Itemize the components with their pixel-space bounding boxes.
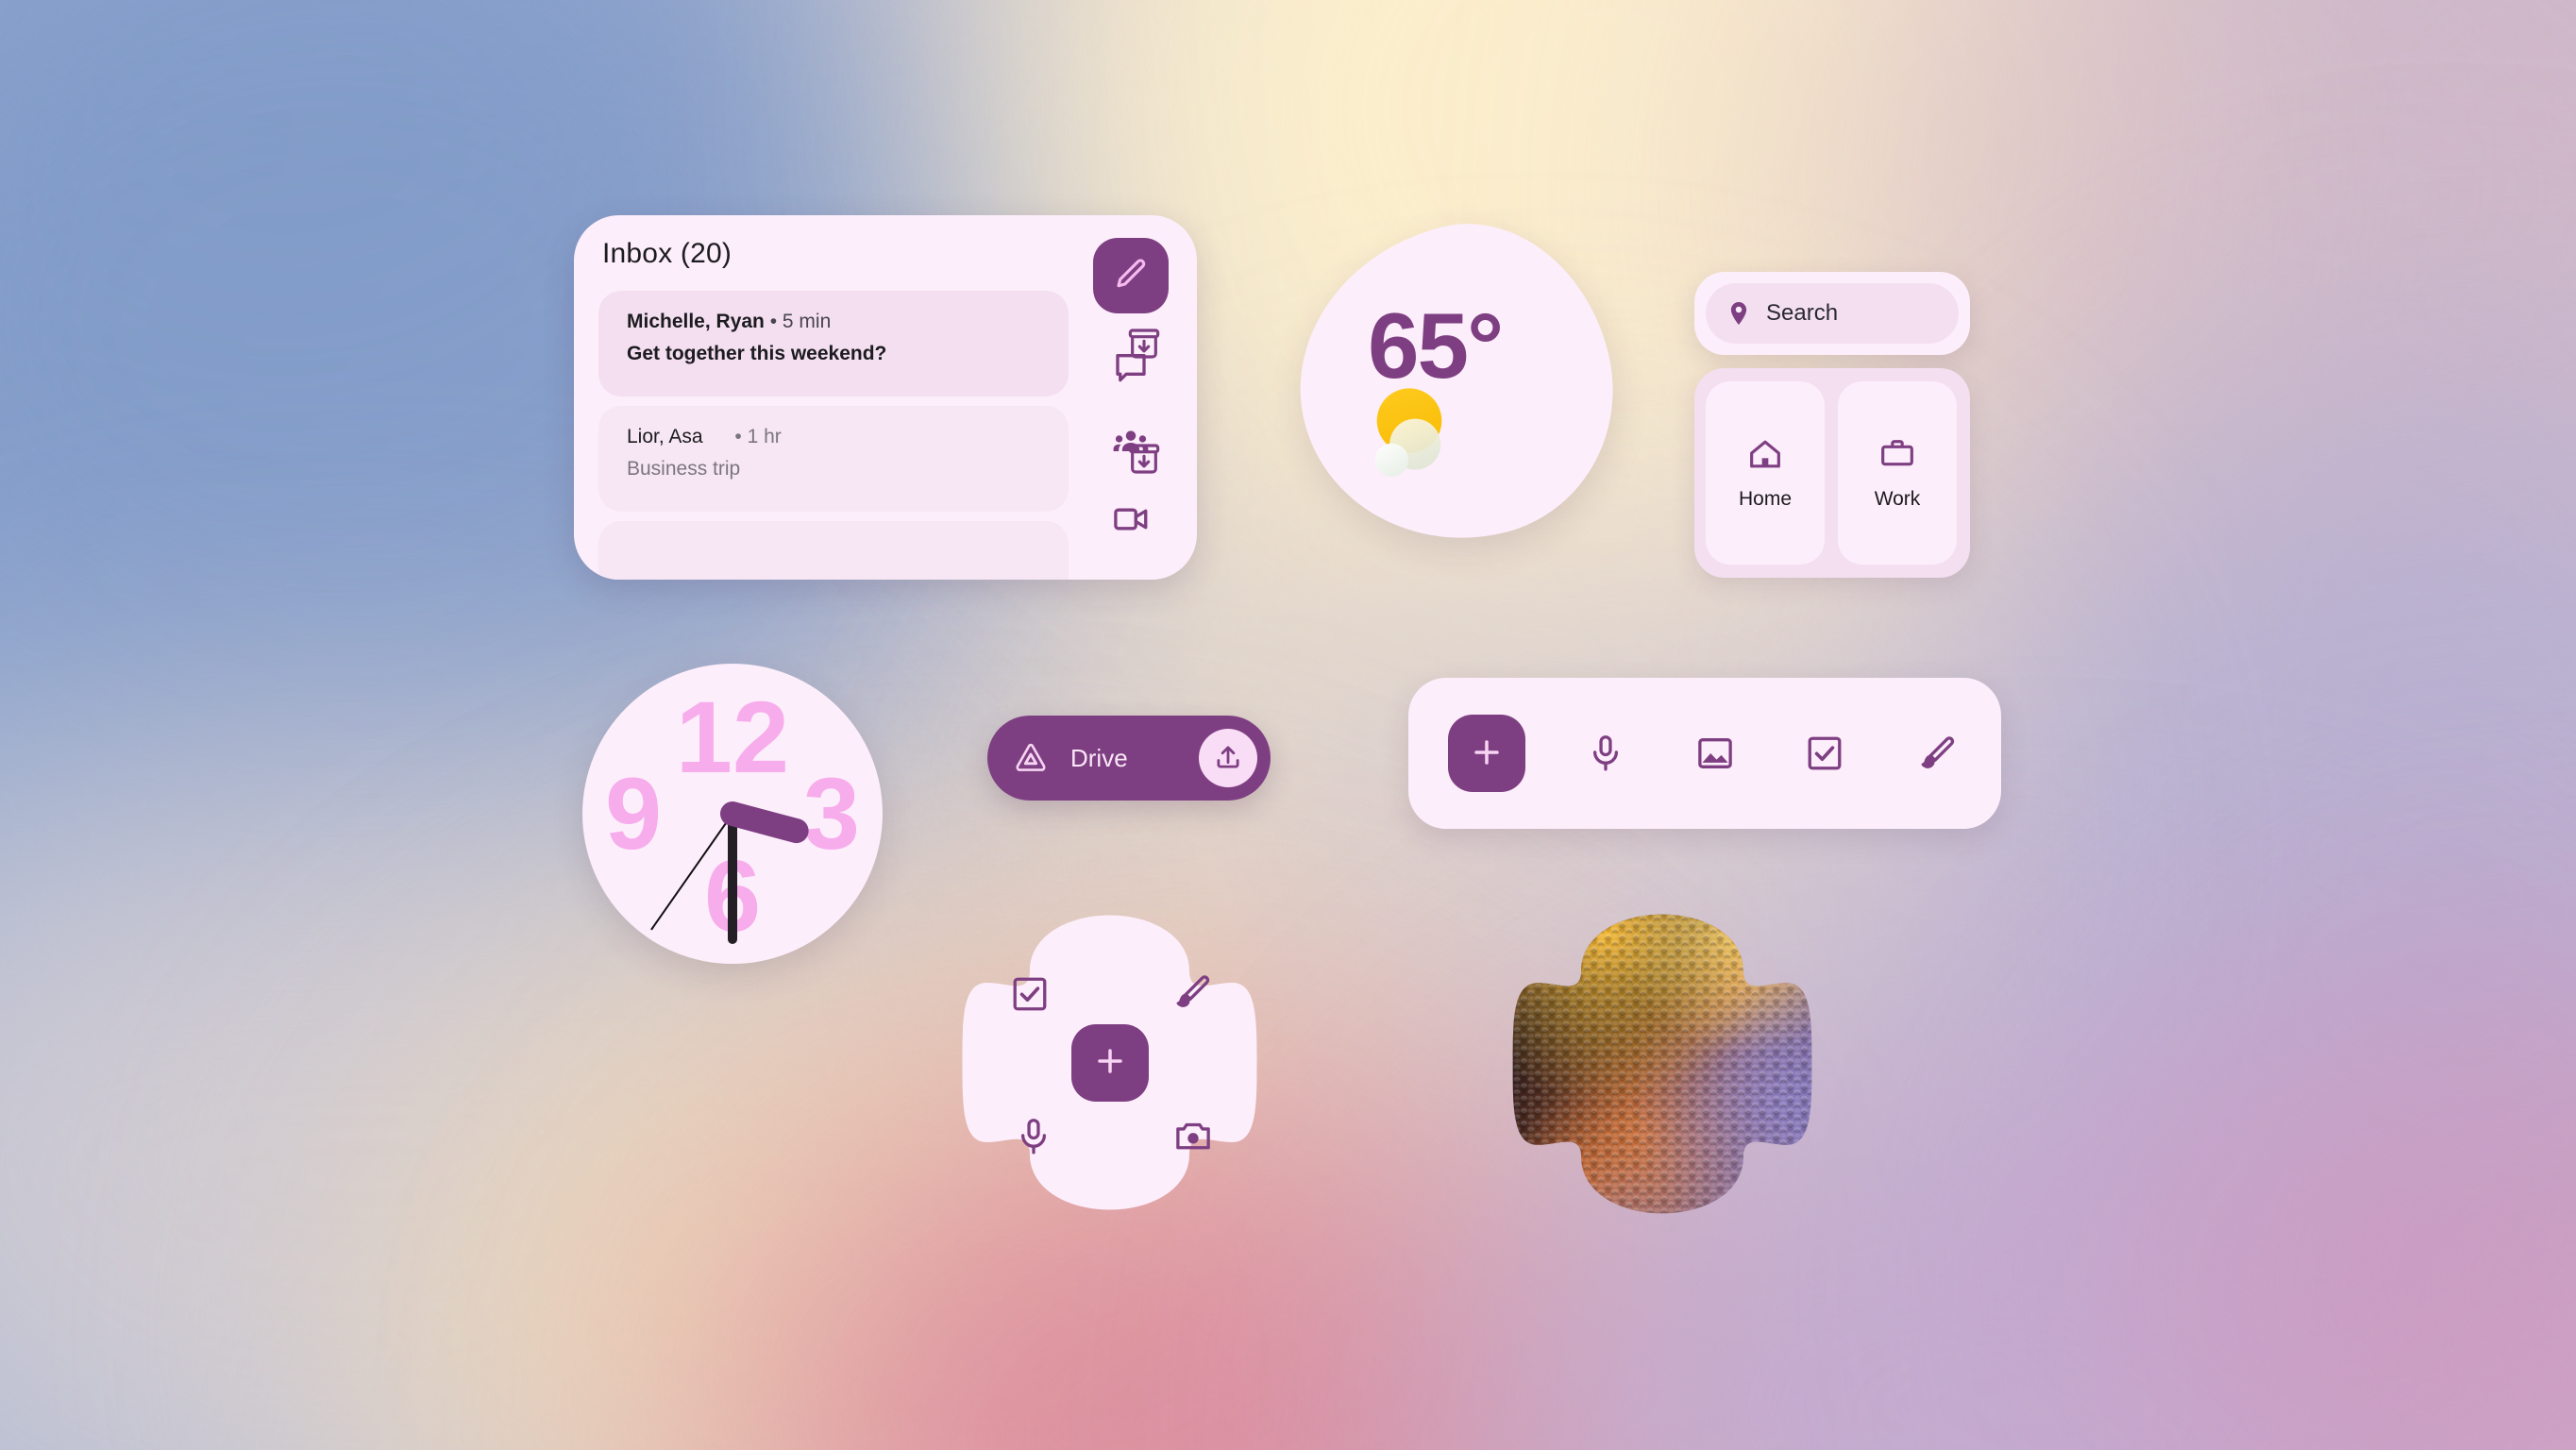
add-button[interactable] bbox=[1448, 715, 1525, 792]
place-label: Work bbox=[1874, 488, 1921, 510]
email-rail bbox=[1093, 238, 1169, 540]
email-list: Michelle, Ryan • 5 min Get together this… bbox=[598, 291, 1160, 580]
place-shortcut-work[interactable]: Work bbox=[1838, 381, 1957, 565]
home-icon bbox=[1746, 435, 1784, 473]
brush-icon[interactable] bbox=[1170, 971, 1212, 1013]
maps-places-card: Home Work bbox=[1694, 368, 1970, 578]
location-pin-icon bbox=[1725, 299, 1753, 328]
drive-triangle-icon bbox=[1012, 739, 1050, 777]
email-row-meta: Michelle, Ryan • 5 min bbox=[627, 310, 1069, 334]
place-label: Home bbox=[1738, 488, 1793, 510]
photo-clover-shape bbox=[1512, 914, 1812, 1214]
chat-bubble-icon[interactable] bbox=[1110, 347, 1152, 389]
image-icon[interactable] bbox=[1693, 732, 1737, 775]
maps-search-card: Search bbox=[1694, 272, 1970, 355]
weather-temperature: 65° bbox=[1368, 294, 1504, 397]
toolbar-widget bbox=[1408, 678, 2001, 829]
add-note-button[interactable] bbox=[1070, 1023, 1149, 1102]
upload-button[interactable] bbox=[1199, 729, 1257, 787]
email-subject: Business trip bbox=[627, 458, 741, 480]
plus-icon bbox=[1468, 733, 1506, 774]
wallpaper-blobs bbox=[0, 0, 2576, 1450]
email-list-item[interactable] bbox=[598, 521, 1069, 580]
search-placeholder-text: Search bbox=[1766, 300, 1839, 326]
email-timestamp: • 1 hr bbox=[734, 426, 782, 447]
mic-icon[interactable] bbox=[1013, 1116, 1054, 1157]
brush-icon[interactable] bbox=[1914, 732, 1958, 775]
email-widget[interactable]: Inbox (20) Michelle, Ryan • 5 min Get to… bbox=[574, 215, 1197, 580]
people-group-icon[interactable] bbox=[1110, 423, 1152, 464]
clock-numeral-9: 9 bbox=[605, 756, 663, 870]
search-input[interactable]: Search bbox=[1706, 283, 1959, 344]
checkbox-icon[interactable] bbox=[1803, 732, 1846, 775]
photo-widget[interactable] bbox=[1507, 904, 1818, 1223]
email-sender: Michelle, Ryan bbox=[627, 311, 765, 332]
drive-widget[interactable]: Drive bbox=[987, 716, 1271, 801]
briefcase-icon bbox=[1878, 435, 1916, 473]
drive-label: Drive bbox=[1070, 743, 1128, 772]
video-camera-icon[interactable] bbox=[1110, 498, 1152, 540]
upload-icon bbox=[1213, 742, 1243, 775]
clock-numeral-3: 3 bbox=[802, 756, 860, 870]
clock-numeral-12: 12 bbox=[675, 680, 790, 794]
email-list-item[interactable]: Michelle, Ryan • 5 min Get together this… bbox=[598, 291, 1160, 396]
email-list-item[interactable]: Lior, Asa • 1 hr Business trip bbox=[598, 406, 1160, 512]
plus-icon bbox=[1091, 1042, 1129, 1083]
place-shortcut-home[interactable]: Home bbox=[1706, 381, 1825, 565]
compose-button[interactable] bbox=[1093, 238, 1169, 313]
pencil-icon bbox=[1112, 256, 1150, 296]
wallpaper-canvas: Inbox (20) Michelle, Ryan • 5 min Get to… bbox=[0, 0, 2576, 1450]
email-widget-title: Inbox (20) bbox=[602, 238, 732, 269]
checkbox-icon[interactable] bbox=[1009, 973, 1051, 1015]
keep-widget bbox=[956, 909, 1263, 1216]
camera-icon[interactable] bbox=[1172, 1116, 1214, 1157]
clock-minute-hand bbox=[728, 814, 737, 944]
email-sender: Lior, Asa bbox=[627, 426, 703, 447]
weather-widget[interactable]: 65° bbox=[1266, 194, 1645, 574]
email-timestamp: • 5 min bbox=[769, 311, 832, 332]
email-subject: Get together this weekend? bbox=[627, 343, 887, 364]
clock-widget[interactable]: 12 3 6 9 bbox=[582, 664, 883, 964]
email-row-meta: Lior, Asa • 1 hr bbox=[627, 425, 1069, 449]
mic-icon[interactable] bbox=[1584, 732, 1627, 775]
maps-widget: Search Home Work bbox=[1694, 272, 1970, 623]
